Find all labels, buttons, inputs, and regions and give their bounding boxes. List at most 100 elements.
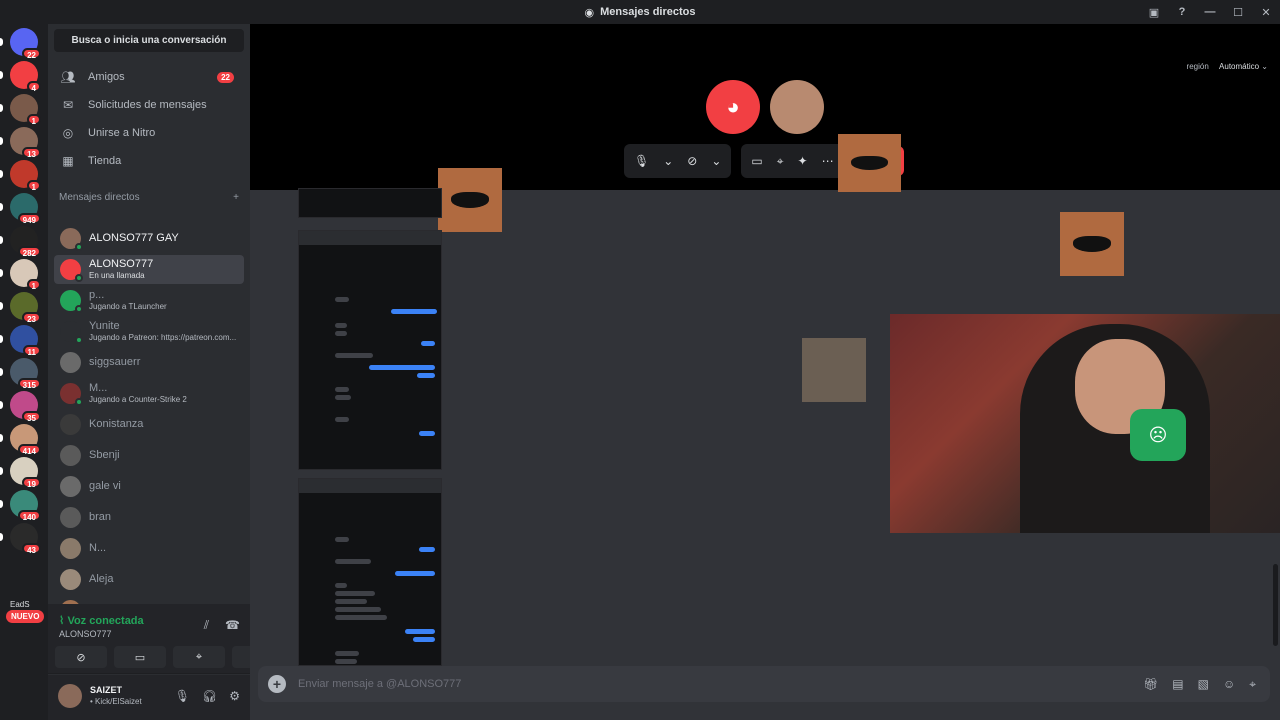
avatar — [60, 569, 81, 590]
dm-header: Mensajes directos + — [59, 192, 239, 203]
unread-pill — [0, 236, 3, 244]
server-icon[interactable]: 1 — [10, 160, 41, 192]
discord-icon: ◉ — [584, 6, 595, 19]
dm-text: gale vi — [89, 481, 121, 492]
disconnect-icon[interactable]: ☎ — [225, 618, 240, 633]
minimize-button[interactable]: — — [1196, 6, 1224, 18]
dm-item[interactable]: bran — [54, 503, 244, 532]
dm-item[interactable]: N... — [54, 534, 244, 563]
server-icon[interactable]: 4 — [10, 61, 41, 93]
new-badge[interactable]: NUEVO — [6, 610, 45, 623]
unread-pill — [0, 137, 3, 145]
screenshot-attachment[interactable] — [298, 478, 442, 666]
dm-item[interactable]: Aleja — [54, 565, 244, 594]
nav-nitro[interactable]: ◎ Unirse a Nitro — [54, 120, 244, 146]
server-icon[interactable]: 22 — [10, 28, 41, 60]
dm-text: ALONSO777 En una llamada — [89, 258, 153, 281]
dm-text: Konistanza — [89, 419, 143, 430]
nav-nitro-label: Unirse a Nitro — [88, 127, 156, 139]
avatar — [60, 476, 81, 497]
gift-icon[interactable]: 🎁︎ — [1143, 677, 1158, 692]
server-badge: 23 — [22, 312, 41, 324]
server-badge: 1 — [26, 279, 41, 291]
server-icon[interactable]: 1 — [10, 259, 41, 291]
server-icon[interactable]: 13 — [10, 127, 41, 159]
noise-suppression-icon[interactable]: ⫽ — [204, 618, 209, 633]
add-attachment-button[interactable]: + — [268, 675, 286, 693]
gif-icon[interactable]: ▤ — [1172, 677, 1183, 692]
server-icon[interactable]: 315 — [10, 358, 41, 390]
server-icon[interactable]: 19 — [10, 457, 41, 489]
participant-avatar-user[interactable] — [770, 80, 824, 134]
dm-item[interactable]: ALONSO777 En una llamada — [54, 255, 244, 284]
avatar — [60, 321, 83, 344]
unread-pill — [0, 368, 3, 376]
server-icon[interactable]: 282 — [10, 226, 41, 258]
microphone-icon[interactable]: 🎙︎ — [175, 689, 190, 703]
headphones-icon[interactable]: 🎧︎ — [202, 689, 217, 703]
online-status-icon — [75, 243, 83, 251]
help-icon[interactable]: ? — [1168, 6, 1196, 18]
apps-icon[interactable]: ⌖ — [1249, 677, 1256, 692]
avatar[interactable] — [58, 684, 82, 708]
camera-off-icon[interactable]: ⊘ — [687, 154, 697, 168]
dm-name: Konistanza — [89, 418, 144, 430]
dm-item[interactable]: ALONSO777 GAY — [54, 224, 244, 253]
search-conversation-button[interactable]: Busca o inicia una conversación — [54, 29, 244, 52]
server-icon[interactable]: 140 — [10, 490, 41, 522]
participant-avatar-discord[interactable]: ◕ — [706, 80, 760, 134]
server-icon[interactable]: 414 — [10, 424, 41, 456]
close-button[interactable]: ✕ — [1252, 6, 1280, 19]
dm-item[interactable]: Konistanza — [54, 410, 244, 439]
dm-item[interactable]: Sbenji — [54, 441, 244, 470]
dm-text: M... Jugando a Counter-Strike 2 — [89, 382, 187, 405]
unread-pill — [0, 467, 3, 475]
soundboard-icon[interactable]: ✦ — [798, 154, 808, 168]
activity-button[interactable]: ⌖ — [173, 646, 225, 668]
unread-pill — [0, 533, 3, 541]
server-icon[interactable]: 949 — [10, 193, 41, 225]
server-icon[interactable]: 35 — [10, 391, 41, 423]
dm-name: siggsauerr — [89, 356, 141, 368]
voice-channel-name: ALONSO777 — [59, 629, 112, 639]
region-selector[interactable]: región Automático ⌄ — [1187, 62, 1268, 71]
settings-gear-icon[interactable]: ⚙ — [229, 689, 240, 703]
server-icon[interactable]: 11 — [10, 325, 41, 357]
screenshot-attachment[interactable] — [298, 230, 442, 470]
camera-off-button[interactable]: ⊘ — [55, 646, 107, 668]
dm-name: Aleja — [89, 573, 114, 585]
more-icon[interactable]: ⋯ — [822, 154, 834, 168]
maximize-button[interactable]: ☐ — [1224, 6, 1252, 19]
unread-pill — [0, 104, 3, 112]
server-icon[interactable]: 1 — [10, 94, 41, 126]
dm-item[interactable]: Yunite Jugando a Patreon: https://patreon… — [54, 317, 244, 346]
nav-shop[interactable]: ▦ Tienda — [54, 148, 244, 174]
dm-item[interactable]: gale vi — [54, 472, 244, 501]
server-icon[interactable]: 43 — [10, 523, 41, 555]
emoji-sticker-icon: ☹ — [1130, 409, 1186, 461]
create-dm-button[interactable]: + — [233, 192, 239, 203]
nav-message-requests[interactable]: ✉ Solicitudes de mensajes — [54, 92, 244, 118]
inbox-icon[interactable]: ▣ — [1140, 6, 1168, 19]
emoji-icon[interactable]: ☺ — [1223, 677, 1235, 692]
message-input[interactable] — [298, 678, 1118, 690]
chevron-down-icon[interactable]: ⌄ — [663, 154, 673, 168]
dm-item[interactable]: M... Jugando a Counter-Strike 2 — [54, 379, 244, 408]
dm-item[interactable]: siggsauerr — [54, 348, 244, 377]
screenshot-attachment[interactable] — [298, 188, 442, 218]
server-icon[interactable]: 23 — [10, 292, 41, 324]
activity-icon[interactable]: ⌖ — [777, 154, 784, 169]
server-badge: 1 — [26, 180, 41, 192]
chevron-down-icon[interactable]: ⌄ — [711, 154, 721, 168]
dm-item[interactable]: p... Jugando a TLauncher — [54, 286, 244, 315]
sticker-icon[interactable]: ▧ — [1198, 677, 1209, 692]
screen-share-icon[interactable]: ▭ — [751, 154, 762, 168]
region-value: Automático — [1219, 62, 1260, 71]
scrollbar[interactable] — [1273, 564, 1278, 646]
dm-activity: Jugando a TLauncher — [89, 301, 167, 311]
server-badge: 1 — [26, 114, 41, 126]
screen-share-button[interactable]: ▭ — [114, 646, 166, 668]
meme-image — [838, 134, 901, 192]
nav-friends[interactable]: 👥︎ Amigos 22 — [54, 64, 244, 90]
microphone-icon[interactable]: 🎙︎ — [634, 154, 649, 168]
